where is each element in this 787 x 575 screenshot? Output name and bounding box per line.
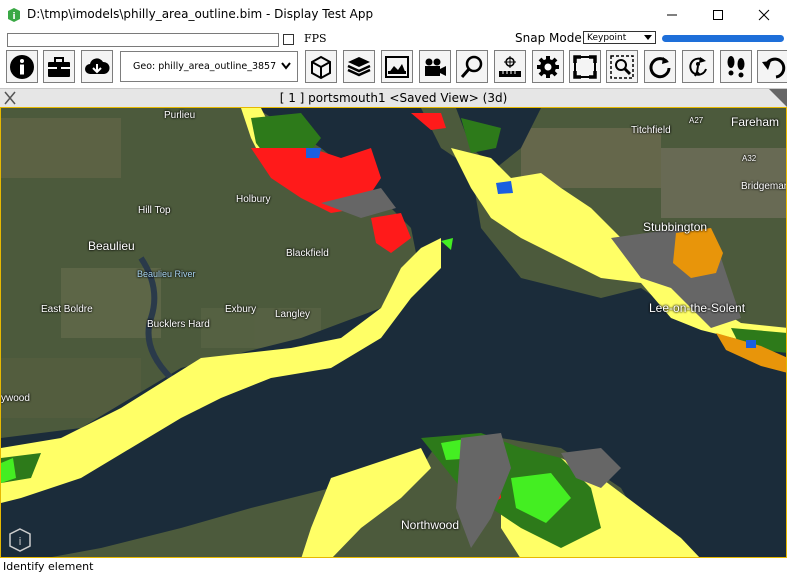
view-cube-button[interactable] bbox=[305, 50, 337, 83]
map-label: Purlieu bbox=[164, 110, 196, 121]
chevron-down-icon bbox=[281, 62, 291, 70]
map-label: A27 bbox=[689, 116, 704, 125]
geo-select-value: Geo: philly_area_outline_3857 bbox=[133, 61, 277, 72]
zoom-icon bbox=[460, 55, 483, 78]
settings-icon bbox=[537, 55, 559, 78]
toolbar: Geo: philly_area_outline_3857 bbox=[0, 50, 787, 86]
info-icon bbox=[10, 54, 34, 79]
view-header: [ 1 ] portsmouth1 <Saved View> (3d) bbox=[0, 88, 787, 108]
map-label: Holbury bbox=[236, 194, 271, 205]
cloud-download-icon bbox=[85, 57, 110, 74]
walk-button[interactable] bbox=[720, 50, 752, 83]
image-icon bbox=[385, 55, 409, 78]
snap-mode-label: Snap Mode: bbox=[515, 31, 586, 45]
map-label: Beaulieu bbox=[88, 239, 135, 253]
map-label: Titchfield bbox=[631, 125, 671, 136]
layers-icon bbox=[347, 56, 371, 76]
layers-button[interactable] bbox=[343, 50, 375, 83]
walk-rotate-button[interactable] bbox=[682, 50, 714, 83]
maximize-icon bbox=[713, 10, 723, 20]
map-label: Exbury bbox=[225, 304, 257, 315]
map-label: Bucklers Hard bbox=[147, 319, 210, 330]
window-zoom-button[interactable] bbox=[606, 50, 638, 83]
snap-mode-select[interactable]: Keypoint bbox=[583, 31, 656, 44]
chevron-down-icon bbox=[644, 35, 652, 40]
toolbox-icon bbox=[48, 56, 70, 77]
fps-checkbox[interactable] bbox=[283, 34, 294, 45]
cube-icon bbox=[311, 55, 331, 79]
snap-mode-value: Keypoint bbox=[587, 33, 627, 43]
status-bar: Identify element bbox=[0, 559, 787, 574]
map-label: Stubbington bbox=[643, 220, 708, 234]
svg-text:i: i bbox=[12, 12, 15, 22]
map-label: Fareham bbox=[731, 115, 780, 129]
close-icon bbox=[758, 9, 770, 21]
map-label: Langley bbox=[275, 309, 311, 320]
status-row: FPS Snap Mode: Keypoint bbox=[0, 30, 787, 48]
maximize-button[interactable] bbox=[695, 0, 741, 30]
footsteps-icon bbox=[727, 55, 745, 77]
geo-select[interactable]: Geo: philly_area_outline_3857 bbox=[120, 51, 298, 82]
camera-icon bbox=[425, 58, 446, 76]
map-label: A32 bbox=[742, 154, 757, 163]
map-label: Beaulieu River bbox=[137, 269, 196, 279]
minimize-button[interactable] bbox=[649, 0, 695, 30]
info-button[interactable] bbox=[6, 50, 38, 83]
rotate-icon bbox=[649, 56, 671, 78]
map-label: Blackfield bbox=[286, 248, 329, 259]
map-canvas bbox=[1, 108, 786, 557]
view-corner-handle[interactable] bbox=[769, 89, 787, 107]
map-label: Hill Top bbox=[138, 205, 171, 216]
view-title: [ 1 ] portsmouth1 <Saved View> (3d) bbox=[279, 91, 508, 105]
window-title: D:\tmp\imodels\philly_area_outline.bim -… bbox=[27, 7, 374, 21]
title-bar: i D:\tmp\imodels\philly_area_outline.bim… bbox=[0, 0, 787, 30]
app-icon: i bbox=[8, 8, 20, 22]
fit-view-button[interactable] bbox=[569, 50, 601, 83]
fps-label: FPS bbox=[304, 32, 327, 45]
undo-button[interactable] bbox=[757, 50, 787, 83]
map-label: ywood bbox=[1, 393, 30, 404]
camera-button[interactable] bbox=[419, 50, 451, 83]
map-label: Bridgemary bbox=[741, 181, 787, 192]
cloud-download-button[interactable] bbox=[81, 50, 113, 83]
svg-text:i: i bbox=[18, 535, 21, 548]
toolbox-button[interactable] bbox=[43, 50, 75, 83]
map-label: Northwood bbox=[401, 518, 460, 532]
measure-button[interactable] bbox=[494, 50, 526, 83]
map-label: East Boldre bbox=[41, 304, 93, 315]
map-label: Lee-on-the-Solent bbox=[649, 301, 746, 315]
undo-icon bbox=[762, 57, 786, 78]
zoom-button[interactable] bbox=[456, 50, 488, 83]
measure-icon bbox=[499, 55, 521, 77]
progress-bar bbox=[662, 35, 784, 42]
map-viewport[interactable]: Purlieu Holbury Hill Top Beaulieu Beauli… bbox=[0, 107, 787, 558]
background-map-button[interactable] bbox=[381, 50, 413, 83]
fit-view-icon bbox=[573, 54, 597, 79]
message-field[interactable] bbox=[7, 33, 279, 47]
attribution-logo-icon[interactable]: i bbox=[9, 528, 31, 552]
settings-button[interactable] bbox=[532, 50, 564, 83]
window-zoom-icon bbox=[610, 54, 634, 79]
rotate-button[interactable] bbox=[644, 50, 676, 83]
close-window-button[interactable] bbox=[741, 0, 787, 30]
walk-rotate-icon bbox=[689, 56, 707, 76]
minimize-icon bbox=[667, 14, 677, 16]
